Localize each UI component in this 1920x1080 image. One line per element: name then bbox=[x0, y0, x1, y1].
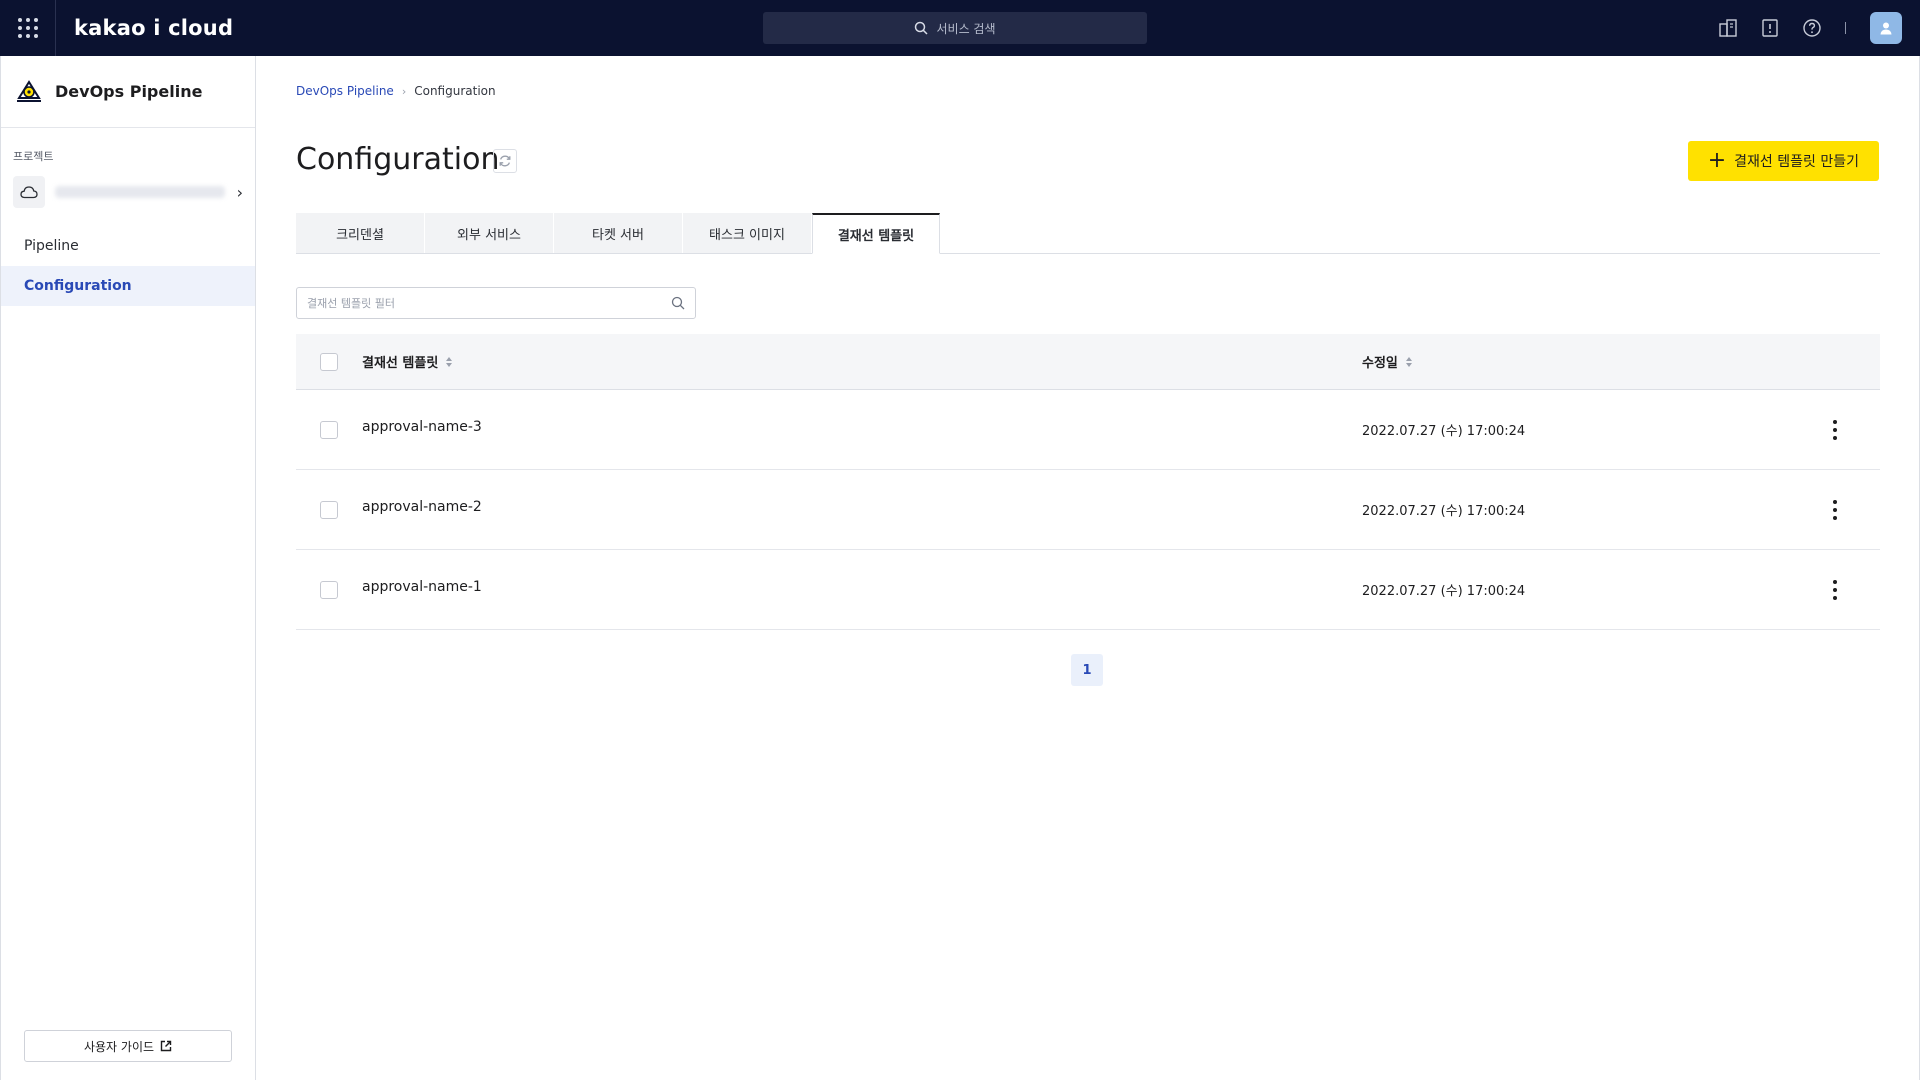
top-navigation-bar: kakao i cloud 서비스 검색 bbox=[0, 0, 1920, 56]
table-row: approval-name-2 2022.07.27 (수) 17:00:24 bbox=[296, 470, 1880, 550]
modified-date: 2022.07.27 (수) 17:00:24 bbox=[1362, 584, 1526, 599]
plus-icon: + bbox=[1707, 148, 1727, 173]
breadcrumb-parent-link[interactable]: DevOps Pipeline bbox=[296, 84, 394, 98]
more-vertical-icon bbox=[1833, 578, 1837, 602]
sidebar: DevOps Pipeline 프로젝트 › Pipeline Configur… bbox=[0, 56, 256, 1080]
search-icon bbox=[915, 21, 929, 35]
main-content: DevOps Pipeline › Configuration Configur… bbox=[256, 56, 1920, 1080]
chevron-right-icon: › bbox=[401, 84, 407, 98]
template-name[interactable]: approval-name-2 bbox=[362, 499, 482, 515]
create-button-label: 결재선 템플릿 만들기 bbox=[1734, 154, 1859, 170]
app-menu-button[interactable] bbox=[0, 0, 56, 56]
sidebar-item-pipeline[interactable]: Pipeline bbox=[1, 226, 255, 266]
breadcrumb: DevOps Pipeline › Configuration bbox=[296, 84, 496, 98]
organization-icon[interactable] bbox=[1717, 17, 1739, 39]
row-checkbox[interactable] bbox=[320, 500, 338, 519]
refresh-icon bbox=[499, 155, 511, 167]
row-checkbox[interactable] bbox=[320, 420, 338, 439]
select-all-checkbox[interactable] bbox=[320, 352, 338, 371]
create-approval-template-button[interactable]: + 결재선 템플릿 만들기 bbox=[1687, 141, 1879, 181]
approval-template-filter[interactable] bbox=[296, 287, 696, 319]
row-more-button[interactable] bbox=[1790, 498, 1880, 522]
modified-date: 2022.07.27 (수) 17:00:24 bbox=[1362, 504, 1526, 519]
page-title: Configuration bbox=[296, 142, 500, 177]
tab-credential[interactable]: 크리덴셜 bbox=[296, 213, 424, 253]
tab-bar: 크리덴셜 외부 서비스 타켓 서버 태스크 이미지 결재선 템플릿 bbox=[296, 213, 1880, 254]
tab-approval-template[interactable]: 결재선 템플릿 bbox=[812, 213, 940, 254]
row-more-button[interactable] bbox=[1790, 578, 1880, 602]
refresh-button[interactable] bbox=[493, 149, 517, 173]
table-row: approval-name-1 2022.07.27 (수) 17:00:24 bbox=[296, 550, 1880, 630]
modified-date: 2022.07.27 (수) 17:00:24 bbox=[1362, 424, 1526, 439]
notice-icon[interactable] bbox=[1759, 17, 1781, 39]
search-placeholder: 서비스 검색 bbox=[936, 21, 996, 36]
service-search-input[interactable]: 서비스 검색 bbox=[763, 12, 1147, 44]
user-avatar-icon[interactable] bbox=[1870, 12, 1902, 44]
tab-external-service[interactable]: 외부 서비스 bbox=[425, 213, 553, 253]
project-selector[interactable]: › bbox=[13, 172, 243, 212]
table-header: 결재선 템플릿 수정일 bbox=[296, 334, 1880, 390]
chevron-right-icon: › bbox=[236, 182, 243, 202]
sidebar-item-configuration[interactable]: Configuration bbox=[1, 266, 255, 306]
template-name[interactable]: approval-name-3 bbox=[362, 419, 482, 435]
breadcrumb-current: Configuration bbox=[414, 84, 496, 98]
sort-icon[interactable] bbox=[446, 356, 453, 367]
devops-pipeline-icon bbox=[17, 79, 41, 102]
column-header-template: 결재선 템플릿 bbox=[362, 356, 439, 371]
help-icon[interactable] bbox=[1801, 17, 1823, 39]
row-checkbox[interactable] bbox=[320, 580, 338, 599]
search-icon[interactable] bbox=[671, 296, 685, 310]
more-vertical-icon bbox=[1833, 418, 1837, 442]
approval-template-table: 결재선 템플릿 수정일 approval-name-3 2022.07.27 (… bbox=[296, 334, 1880, 630]
filter-input[interactable] bbox=[307, 296, 671, 310]
user-guide-label: 사용자 가이드 bbox=[83, 1039, 155, 1054]
column-header-modified: 수정일 bbox=[1362, 356, 1398, 371]
tab-target-server[interactable]: 타켓 서버 bbox=[554, 213, 682, 253]
sort-icon[interactable] bbox=[1405, 356, 1412, 367]
project-section-label: 프로젝트 bbox=[13, 150, 54, 163]
template-name[interactable]: approval-name-1 bbox=[362, 579, 482, 595]
sidebar-header: DevOps Pipeline bbox=[1, 56, 255, 128]
table-row: approval-name-3 2022.07.27 (수) 17:00:24 bbox=[296, 390, 1880, 470]
external-link-icon bbox=[160, 1040, 172, 1052]
tab-task-image[interactable]: 태스크 이미지 bbox=[683, 213, 811, 253]
pagination-page-button[interactable]: 1 bbox=[1071, 654, 1103, 686]
grid-menu-icon bbox=[17, 18, 38, 38]
user-guide-button[interactable]: 사용자 가이드 bbox=[24, 1030, 232, 1062]
cloud-icon bbox=[13, 176, 45, 208]
row-more-button[interactable] bbox=[1790, 418, 1880, 442]
project-name-redacted bbox=[55, 186, 225, 198]
more-vertical-icon bbox=[1833, 498, 1837, 522]
sidebar-title: DevOps Pipeline bbox=[55, 82, 203, 101]
topbar-divider bbox=[1845, 22, 1846, 34]
brand-logo[interactable]: kakao i cloud bbox=[74, 16, 233, 40]
